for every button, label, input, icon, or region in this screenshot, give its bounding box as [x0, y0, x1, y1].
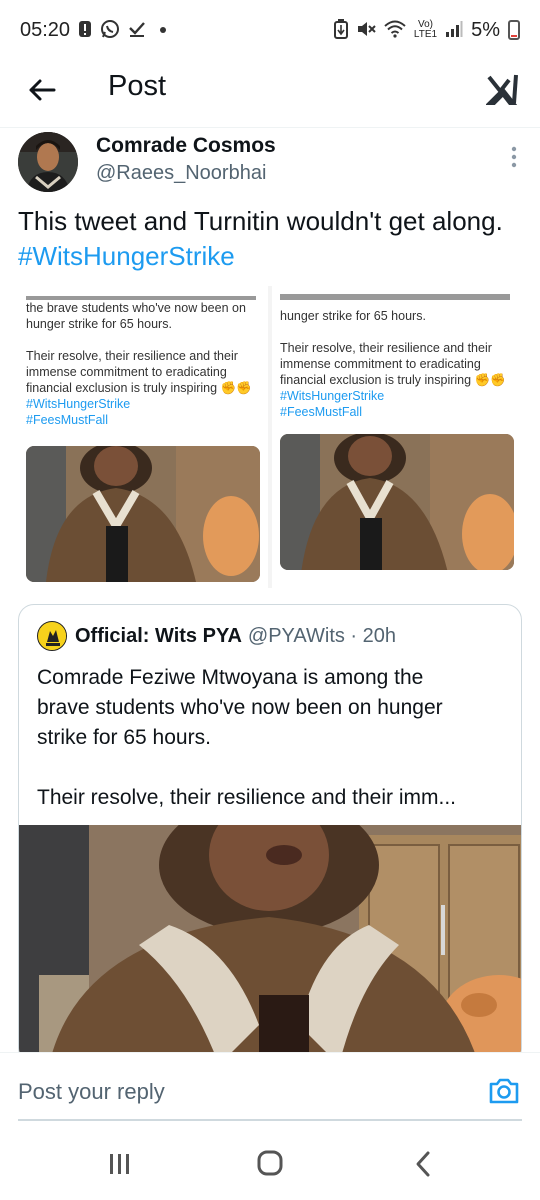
whatsapp-icon — [100, 19, 120, 42]
notification-dot-icon — [160, 27, 167, 33]
status-right: Vo) LTE1 5% — [333, 18, 520, 42]
author-name[interactable]: Comrade Cosmos — [96, 134, 276, 158]
home-icon[interactable] — [250, 1148, 290, 1180]
media-image-left[interactable]: the brave students who've now been on hu… — [18, 286, 268, 588]
lte-indicator: Vo) LTE1 — [414, 20, 437, 40]
download-done-icon — [128, 20, 146, 41]
reply-composer: Post your reply — [0, 1052, 540, 1130]
quoted-text-line4: Their resolve, their resilience and thei… — [37, 786, 456, 809]
battery-icon — [508, 20, 520, 40]
signal-icon — [445, 20, 463, 41]
quoted-author-name[interactable]: Official: Wits PYA — [75, 625, 242, 648]
shot-left-line2: hunger strike for 65 hours. — [26, 317, 172, 331]
quoted-post-header: Official: Wits PYA @PYAWits · 20h — [37, 621, 396, 651]
shot-left-line5: financial exclusion is truly inspiring — [26, 381, 218, 395]
quoted-post[interactable]: Official: Wits PYA @PYAWits · 20h Comrad… — [18, 604, 522, 1064]
fist-emoji-icon: ✊✊ — [474, 373, 506, 387]
reply-input[interactable]: Post your reply — [18, 1079, 165, 1105]
shot-right-photo — [280, 434, 514, 570]
post-media[interactable]: the brave students who've now been on hu… — [18, 286, 522, 588]
back-arrow-icon[interactable] — [26, 74, 58, 106]
post-author: Comrade Cosmos @Raees_Noorbhai — [0, 130, 540, 196]
mute-icon — [356, 19, 376, 42]
recent-apps-icon[interactable] — [100, 1148, 140, 1180]
shot-left-line5-wrap: financial exclusion is truly inspiring ✊… — [26, 380, 264, 396]
reply-underline — [18, 1119, 522, 1121]
shot-right-tag1: #WitsHungerStrike — [280, 389, 385, 403]
shot-right-line4-wrap: financial exclusion is truly inspiring ✊… — [280, 372, 518, 388]
quoted-text-line3: strike for 65 hours. — [37, 726, 211, 749]
status-left: 05:20 — [20, 18, 167, 42]
quoted-post-text: Comrade Feziwe Mtwoyana is among the bra… — [37, 663, 509, 813]
wifi-icon — [384, 20, 406, 41]
post-hashtag-link[interactable]: #WitsHungerStrike — [18, 241, 235, 271]
status-time: 05:20 — [20, 18, 71, 41]
camera-icon[interactable] — [488, 1077, 520, 1105]
lte-label-bottom: LTE1 — [413, 29, 438, 40]
more-options-icon[interactable] — [510, 146, 518, 168]
shot-left-photo — [26, 446, 260, 582]
shot-left-line1: the brave students who've now been on — [26, 301, 246, 315]
system-navigation-bar — [0, 1130, 540, 1200]
back-nav-icon[interactable] — [404, 1148, 444, 1180]
quoted-text-spacer — [37, 753, 509, 783]
media-image-right[interactable]: hunger strike for 65 hours. Their resolv… — [272, 286, 522, 588]
avatar[interactable] — [18, 132, 78, 192]
alert-icon — [78, 20, 92, 41]
quoted-author-handle-time[interactable]: @PYAWits · 20h — [248, 625, 396, 648]
cropped-text-decoration — [26, 292, 266, 300]
quoted-avatar[interactable] — [37, 621, 67, 651]
post-text: This tweet and Turnitin wouldn't get alo… — [18, 204, 518, 274]
post-body: This tweet and Turnitin wouldn't get alo… — [18, 206, 503, 236]
quoted-text-line1: Comrade Feziwe Mtwoyana is among the — [37, 666, 424, 689]
shot-left-tag1: #WitsHungerStrike — [26, 397, 131, 411]
shot-left-line3: Their resolve, their resilience and thei… — [26, 349, 238, 363]
top-app-bar: Post — [0, 60, 540, 128]
fist-emoji-icon: ✊✊ — [220, 381, 252, 395]
quoted-text-line2: brave students who've now been on hunger — [37, 696, 443, 719]
shot-right-tag2: #FeesMustFall — [280, 405, 362, 419]
battery-saver-icon — [333, 18, 348, 42]
shot-right-line2: Their resolve, their resilience and thei… — [280, 341, 492, 355]
shot-left-line4: immense commitment to eradicating — [26, 365, 227, 379]
x-grok-icon[interactable] — [485, 72, 520, 106]
page-title: Post — [108, 70, 167, 102]
shot-right-line1: hunger strike for 65 hours. — [280, 309, 426, 323]
cropped-text-decoration — [280, 292, 520, 300]
shot-right-line3: immense commitment to eradicating — [280, 357, 481, 371]
quoted-media-image[interactable] — [19, 825, 521, 1063]
author-handle[interactable]: @Raees_Noorbhai — [96, 162, 266, 185]
shot-right-line4: financial exclusion is truly inspiring — [280, 373, 472, 387]
shot-left-tag2: #FeesMustFall — [26, 413, 108, 427]
status-bar: 05:20 Vo) LTE1 5% — [0, 0, 540, 60]
battery-percent: 5% — [471, 18, 500, 41]
